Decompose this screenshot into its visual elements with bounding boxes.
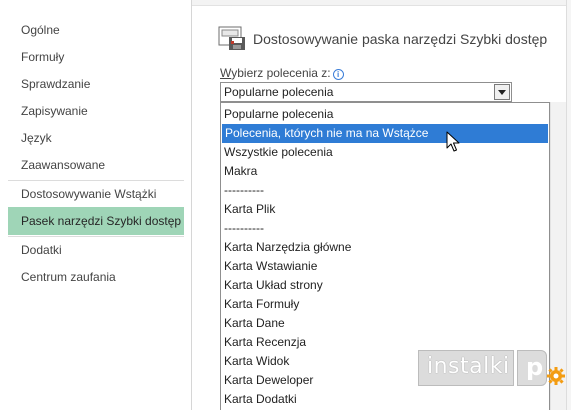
dropdown-option[interactable]: Karta Plik [221, 200, 549, 219]
watermark-text: instalki [427, 354, 510, 379]
combobox-value: Popularne polecenia [224, 85, 334, 99]
dropdown-option[interactable]: Karta Formuły [221, 295, 549, 314]
sidebar-item-formulas[interactable]: Formuły [8, 43, 184, 71]
sidebar-item-language[interactable]: Język [8, 124, 184, 152]
sidebar-item-trust-center[interactable]: Centrum zaufania [8, 263, 184, 291]
dropdown-separator: ---------- [224, 221, 264, 235]
sidebar-item-quick-access-toolbar[interactable]: Pasek narzędzi Szybki dostęp [8, 207, 184, 235]
choose-label-text: ybierz polecenia z: [231, 66, 331, 80]
gear-icon [547, 367, 565, 385]
sidebar-item-save[interactable]: Zapisywanie [8, 97, 184, 125]
dropdown-option[interactable]: Popularne polecenia [221, 105, 549, 124]
dropdown-option[interactable]: Karta Układ strony [221, 276, 549, 295]
watermark-letter: p [526, 353, 544, 381]
choose-commands-label: Wybierz polecenia z: i [220, 66, 344, 80]
options-sidebar: Ogólne Formuły Sprawdzanie Zapisywanie J… [0, 0, 192, 410]
watermark-box: instalki [418, 350, 514, 386]
instalki-watermark: instalki p [418, 350, 566, 390]
mouse-cursor-icon [446, 131, 460, 152]
quick-access-toolbar-icon [218, 26, 245, 50]
dropdown-option[interactable]: Wszystkie polecenia [221, 143, 549, 162]
sidebar-item-addins[interactable]: Dodatki [8, 236, 184, 264]
dropdown-option[interactable]: Karta Narzędzia główne [221, 238, 549, 257]
choose-label-accelerator: W [220, 66, 232, 80]
dropdown-arrow-icon[interactable] [494, 84, 510, 100]
info-icon[interactable]: i [332, 69, 344, 80]
dropdown-option[interactable]: Karta Dane [221, 314, 549, 333]
sidebar-item-customize-ribbon[interactable]: Dostosowywanie Wstążki [8, 180, 184, 208]
dropdown-separator: ---------- [224, 183, 264, 197]
choose-commands-combobox[interactable]: Popularne polecenia [220, 82, 512, 102]
sidebar-item-advanced[interactable]: Zaawansowane [8, 151, 184, 179]
dropdown-option[interactable]: Makra [221, 162, 549, 181]
dropdown-option[interactable]: Karta Wstawianie [221, 257, 549, 276]
dropdown-option-highlighted[interactable]: Polecenia, których nie ma na Wstążce [222, 124, 548, 143]
watermark-p-box: p [517, 350, 547, 386]
sidebar-item-general[interactable]: Ogólne [8, 16, 184, 44]
window-right-edge [566, 0, 571, 410]
dropdown-option[interactable]: Karta Dodatki [221, 390, 549, 409]
page-title: Dostosowywanie paska narzędzi Szybki dos… [253, 31, 548, 47]
sidebar-item-proofing[interactable]: Sprawdzanie [8, 70, 184, 98]
